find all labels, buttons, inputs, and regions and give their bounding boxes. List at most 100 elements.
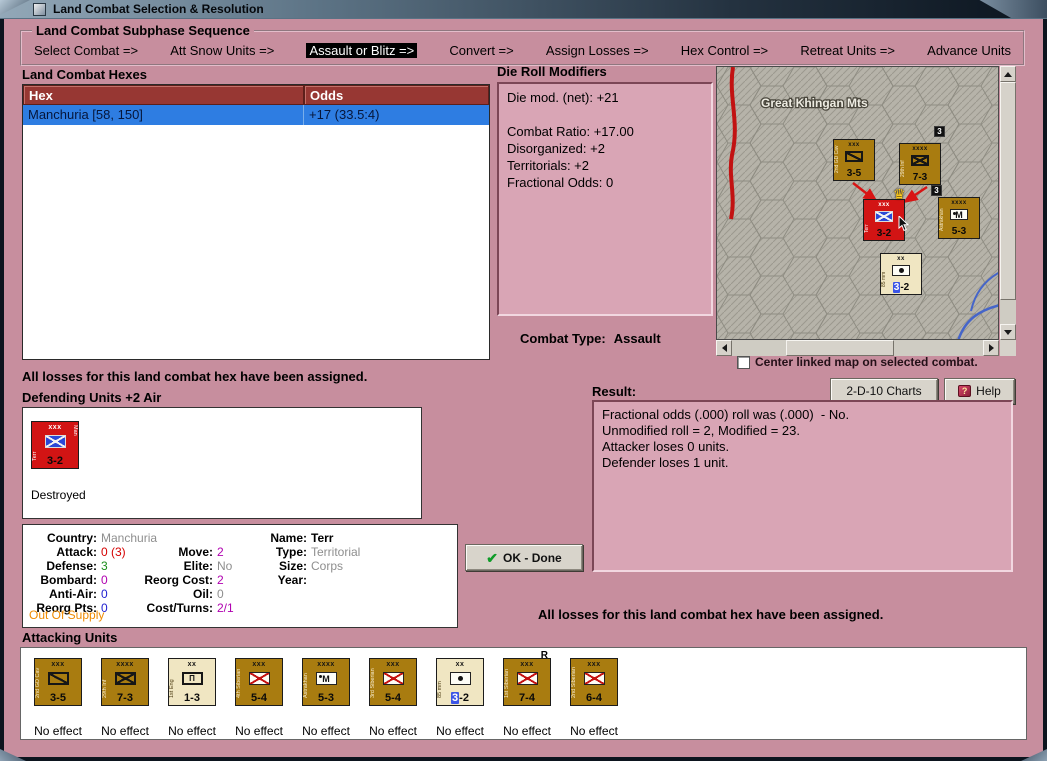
unit-strength: 3-5: [50, 692, 66, 704]
unit-effect-label: No effect: [235, 724, 283, 738]
unit-counter[interactable]: 3rd Siberian xxx 5-4: [369, 658, 417, 706]
detail-label: Move:: [178, 545, 213, 559]
checkbox-box[interactable]: [737, 355, 750, 369]
detail-label: Attack:: [56, 545, 97, 559]
unit-counter[interactable]: 4th Siberian xxx 5-4: [235, 658, 283, 706]
attacking-unit-card[interactable]: 1st Eng xx 1-3 No effect: [165, 658, 219, 739]
detail-label: Country:: [47, 531, 97, 545]
die-roll-modifiers-heading: Die Roll Modifiers: [497, 64, 607, 79]
unit-counter[interactable]: 2nd GD Cav xxx 3-5: [34, 658, 82, 706]
seq-step-hex-control: Hex Control =>: [680, 43, 769, 58]
column-header-hex: Hex: [23, 85, 304, 105]
unit-size: xxx: [520, 661, 534, 668]
scroll-down-button[interactable]: [1000, 324, 1016, 340]
unit-strength: 7-3: [912, 172, 928, 183]
detail-value: Territorial: [311, 545, 361, 559]
unit-size: xxxx: [912, 146, 928, 152]
unit-counter[interactable]: 2nd Siberian xxx 6-4: [570, 658, 618, 706]
scroll-right-button[interactable]: [983, 340, 999, 356]
attacking-unit-card[interactable]: 4th Siberian xxx 5-4 No effect: [232, 658, 286, 739]
center-map-checkbox[interactable]: Center linked map on selected combat.: [737, 355, 978, 369]
unit-symbol-icon: [892, 265, 910, 276]
attacking-unit-card[interactable]: 85 mm xx 3-2 No effect: [433, 658, 487, 739]
map-unit-counter[interactable]: 2nd GD Cav xxx 3-5: [833, 139, 875, 181]
unit-symbol-icon: [516, 672, 538, 685]
unit-counter[interactable]: 1st Siberian xxx 7-4: [503, 658, 551, 706]
defending-unit-counter[interactable]: Terr Man xxx 3-2: [31, 421, 79, 469]
unit-effect-label: No effect: [34, 724, 82, 738]
attacking-unit-card[interactable]: R 1st Siberian xxx 7-4 No effect: [500, 650, 554, 739]
map-unit-counter[interactable]: 85 mm xx 3-2: [880, 253, 922, 295]
window-title: Land Combat Selection & Resolution: [53, 2, 264, 16]
unit-symbol-icon: [47, 672, 69, 685]
unit-counter[interactable]: 1st Eng xx 1-3: [168, 658, 216, 706]
map-vertical-scrollbar[interactable]: [1000, 66, 1016, 340]
column-header-odds: Odds: [304, 85, 489, 105]
map-unit-counter[interactable]: 29th Inf xxxx 7-3: [899, 143, 941, 185]
unit-symbol-icon: [845, 151, 863, 162]
ok-done-button[interactable]: ✔ OK - Done: [465, 544, 583, 571]
unit-strength: 1-3: [184, 692, 200, 704]
unit-counter[interactable]: 85 mm xx 3-2: [436, 658, 484, 706]
unit-strength: 5-3: [951, 226, 967, 237]
unit-symbol-icon: [449, 672, 471, 685]
scroll-up-button[interactable]: [1000, 66, 1016, 82]
unit-strength: 5-4: [251, 692, 267, 704]
attacking-unit-card[interactable]: 2nd Siberian xxx 6-4 No effect: [567, 658, 621, 739]
attacking-unit-card[interactable]: 3rd Siberian xxx 5-4 No effect: [366, 658, 420, 739]
unit-symbol-icon: [248, 672, 270, 685]
modifier-line: Combat Ratio: +17.00: [507, 124, 634, 139]
cell-odds[interactable]: +17 (33.5:4): [304, 105, 489, 125]
cell-hex[interactable]: Manchuria [58, 150]: [23, 105, 304, 125]
attacking-unit-card[interactable]: Astrakhan xxxx 5-3 No effect: [299, 658, 353, 739]
charts-button-label: 2-D-10 Charts: [846, 384, 922, 398]
linked-map[interactable]: Great Khingan Mts 2nd GD Cav xxx 3-5 29t…: [716, 66, 999, 340]
attacking-unit-card[interactable]: 29th Inf xxxx 7-3 No effect: [98, 658, 152, 739]
detail-value: 0 (3): [101, 545, 126, 559]
detail-label: Size:: [278, 559, 307, 573]
detail-label: Cost/Turns:: [146, 601, 213, 615]
modifier-line: Fractional Odds: 0: [507, 175, 614, 190]
vertical-scroll-thumb[interactable]: [1000, 82, 1016, 300]
supply-status: Out Of Supply: [29, 608, 105, 622]
horizontal-scroll-thumb[interactable]: [786, 340, 894, 356]
unit-effect-label: No effect: [570, 724, 618, 738]
help-icon: ?: [958, 385, 972, 397]
modifier-line: [507, 106, 703, 123]
unit-counter[interactable]: 29th Inf xxxx 7-3: [101, 658, 149, 706]
map-horizontal-scrollbar[interactable]: [716, 340, 999, 356]
unit-strength: 5-4: [385, 692, 401, 704]
defending-units-heading: Defending Units +2 Air: [22, 390, 162, 405]
combat-type-label: Combat Type:: [520, 331, 606, 346]
unit-strength-rest: -2: [900, 282, 910, 293]
unit-size: xxx: [386, 661, 400, 668]
detail-value: 2/1: [217, 601, 234, 615]
defending-units-panel: Terr Man xxx 3-2 Destroyed: [22, 407, 422, 519]
help-button-label: Help: [976, 384, 1001, 398]
unit-symbol-icon: [181, 672, 203, 685]
unit-size: xxx: [48, 424, 62, 431]
unit-size: xxxx: [951, 200, 967, 206]
unit-strength: 3-2: [437, 692, 483, 704]
map-unit-counter[interactable]: Astrakhan xxxx 5-3: [938, 197, 980, 239]
app-icon: [33, 2, 46, 16]
unit-size: xx: [897, 256, 905, 262]
subphase-steps: Select Combat => Att Snow Units => Assau…: [34, 43, 1011, 58]
attacking-units-heading: Attacking Units: [22, 630, 118, 645]
unit-size: xx: [455, 661, 465, 668]
combat-hexes-heading: Land Combat Hexes: [22, 67, 147, 82]
scroll-left-button[interactable]: [716, 340, 732, 356]
detail-value: 2: [217, 573, 224, 587]
detail-label: Oil:: [193, 587, 213, 601]
modifier-line: Territorials: +2: [507, 158, 589, 173]
detail-label: Name:: [270, 531, 307, 545]
unit-size: xxxx: [116, 661, 134, 668]
attacking-unit-card[interactable]: 2nd GD Cav xxx 3-5 No effect: [31, 658, 85, 739]
unit-size: xxx: [848, 142, 860, 148]
unit-symbol-icon: [315, 672, 337, 685]
detail-value: 0: [101, 573, 108, 587]
unit-size: xxx: [587, 661, 601, 668]
table-row-selected[interactable]: Manchuria [58, 150] +17 (33.5:4): [23, 105, 489, 125]
unit-counter[interactable]: Astrakhan xxxx 5-3: [302, 658, 350, 706]
seq-step-assault-or-blitz: Assault or Blitz =>: [306, 43, 418, 58]
